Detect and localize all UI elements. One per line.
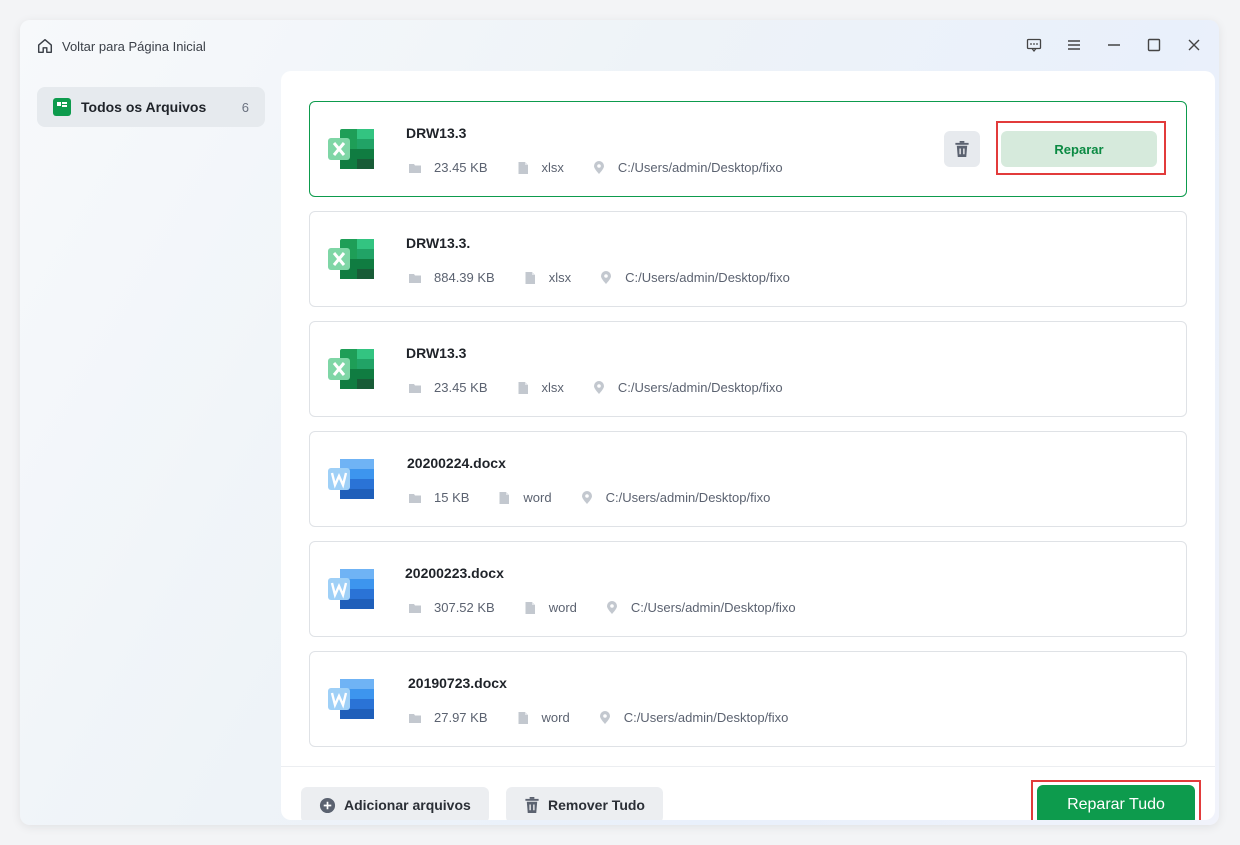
- file-type: word: [548, 600, 577, 615]
- file-list: DRW13.3 23.45 KB xlsx C:/Users/admin/Deskto…: [309, 101, 1187, 747]
- folder-icon: [409, 713, 421, 723]
- remove-all-label: Remover Tudo: [548, 797, 645, 813]
- maximize-icon[interactable]: [1145, 36, 1163, 54]
- file-name: DRW13.3: [406, 125, 467, 141]
- word-file-icon: [328, 569, 374, 609]
- file-path: C:/Users/admin/Desktop/fixo: [617, 380, 783, 395]
- word-file-icon: [328, 679, 374, 719]
- location-pin-icon: [593, 160, 604, 174]
- document-icon: [518, 161, 528, 174]
- sidebar-item-label: Todos os Arquivos: [81, 99, 207, 115]
- add-files-label: Adicionar arquivos: [344, 797, 471, 813]
- folder-icon: [409, 273, 421, 283]
- file-name: DRW13.3: [406, 345, 467, 361]
- bottom-bar: Adicionar arquivos Remover Tudo Reparar …: [281, 766, 1215, 820]
- excel-file-icon: [328, 349, 374, 389]
- file-path: C:/Users/admin/Desktop/fixo: [625, 270, 790, 285]
- file-type: word: [541, 710, 570, 725]
- sidebar: Todos os Arquivos 6: [37, 87, 265, 127]
- file-size: 23.45 KB: [434, 160, 488, 175]
- file-meta: 23.45 KB xlsx C:/Users/admin/Desktop/fixo: [408, 380, 811, 395]
- files-icon: [53, 98, 71, 116]
- file-size: 884.39 KB: [434, 270, 495, 285]
- file-name: 20200224.docx: [407, 455, 506, 471]
- document-icon: [518, 711, 528, 724]
- delete-file-button[interactable]: [944, 131, 980, 167]
- file-type: xlsx: [541, 160, 564, 175]
- excel-file-icon: [328, 239, 374, 279]
- repair-all-button[interactable]: Reparar Tudo: [1037, 785, 1195, 820]
- file-card[interactable]: DRW13.3 23.45 KB xlsx C:/Users/admin/Deskto…: [309, 101, 1187, 197]
- file-card[interactable]: DRW13.3 23.45 KB xlsx C:/Users/admin/Deskto…: [309, 321, 1187, 417]
- back-to-home-link[interactable]: Voltar para Página Inicial: [36, 37, 206, 55]
- menu-icon[interactable]: [1065, 36, 1083, 54]
- location-pin-icon: [601, 270, 612, 284]
- trash-icon: [955, 140, 969, 157]
- file-name: DRW13.3.: [406, 235, 471, 251]
- folder-icon: [409, 603, 421, 613]
- feedback-icon[interactable]: [1025, 36, 1043, 54]
- document-icon: [525, 271, 535, 284]
- file-path: C:/Users/admin/Desktop/fixo: [623, 710, 789, 725]
- file-path: C:/Users/admin/Desktop/fixo: [617, 160, 783, 175]
- sidebar-item-all-files[interactable]: Todos os Arquivos 6: [37, 87, 265, 127]
- location-pin-icon: [593, 380, 604, 394]
- titlebar: Voltar para Página Inicial: [20, 20, 1219, 72]
- repair-button[interactable]: Reparar: [1001, 131, 1157, 167]
- add-files-button[interactable]: Adicionar arquivos: [301, 787, 489, 820]
- add-circle-icon: [319, 797, 336, 813]
- location-pin-icon: [606, 600, 617, 614]
- file-meta: 884.39 KB xlsx C:/Users/admin/Desktop/fixo: [408, 270, 818, 285]
- file-size: 27.97 KB: [434, 710, 488, 725]
- close-icon[interactable]: [1185, 36, 1203, 54]
- main-panel: DRW13.3 23.45 KB xlsx C:/Users/admin/Deskto…: [281, 71, 1215, 820]
- file-type: xlsx: [548, 270, 572, 285]
- file-card[interactable]: 20190723.docx 27.97 KB word C:/Users/admin/…: [309, 651, 1187, 747]
- location-pin-icon: [581, 490, 592, 504]
- file-size: 15 KB: [434, 490, 470, 505]
- sidebar-item-count: 6: [241, 99, 249, 115]
- word-file-icon: [328, 459, 374, 499]
- home-icon: [37, 38, 53, 54]
- file-name: 20190723.docx: [408, 675, 507, 691]
- file-type: xlsx: [541, 380, 564, 395]
- file-meta: 23.45 KB xlsx C:/Users/admin/Desktop/fixo: [408, 160, 811, 175]
- window-controls: [1025, 36, 1203, 54]
- document-icon: [518, 381, 528, 394]
- file-card[interactable]: 20200224.docx 15 KB word C:/Users/admin/Des…: [309, 431, 1187, 527]
- excel-file-icon: [328, 129, 374, 169]
- file-size: 23.45 KB: [434, 380, 488, 395]
- app-window: Voltar para Página Inicial Todos os Arqu…: [20, 20, 1219, 825]
- file-meta: 307.52 KB word C:/Users/admin/Desktop/fixo: [408, 600, 824, 615]
- file-type: word: [523, 490, 552, 505]
- trash-icon: [525, 796, 539, 813]
- file-name: 20200223.docx: [405, 565, 504, 581]
- file-size: 307.52 KB: [434, 600, 495, 615]
- folder-icon: [409, 163, 421, 173]
- back-label: Voltar para Página Inicial: [62, 38, 206, 54]
- minimize-icon[interactable]: [1105, 36, 1123, 54]
- file-path: C:/Users/admin/Desktop/fixo: [605, 490, 771, 505]
- file-meta: 15 KB word C:/Users/admin/Desktop/fixo: [408, 490, 798, 505]
- folder-icon: [409, 383, 421, 393]
- document-icon: [525, 601, 535, 614]
- folder-icon: [409, 493, 421, 503]
- file-card[interactable]: DRW13.3. 884.39 KB xlsx C:/Users/admin/Desk…: [309, 211, 1187, 307]
- file-card[interactable]: 20200223.docx 307.52 KB word C:/Users/admin…: [309, 541, 1187, 637]
- file-meta: 27.97 KB word C:/Users/admin/Desktop/fixo: [408, 710, 816, 725]
- document-icon: [499, 491, 510, 504]
- remove-all-button[interactable]: Remover Tudo: [506, 787, 663, 820]
- location-pin-icon: [599, 710, 610, 724]
- file-path: C:/Users/admin/Desktop/fixo: [630, 600, 796, 615]
